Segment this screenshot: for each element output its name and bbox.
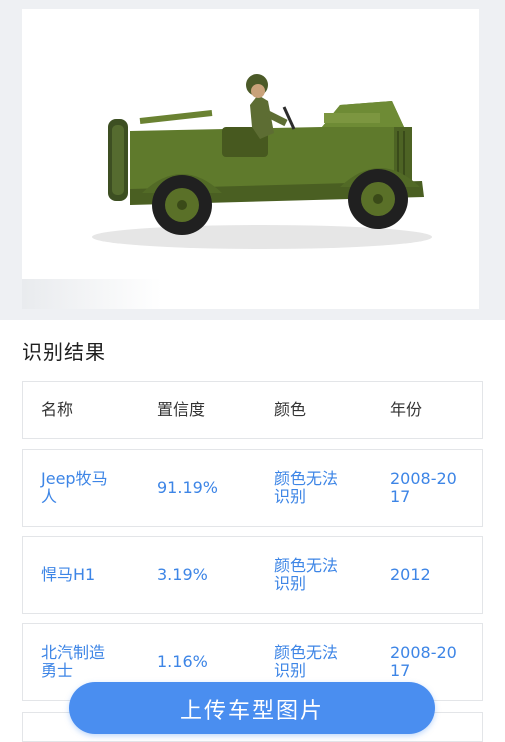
- image-preview-frame: [0, 0, 505, 320]
- result-year: 2012: [390, 565, 431, 584]
- result-row[interactable]: Jeep牧马人 91.19% 颜色无法识别 2008-2017: [22, 449, 483, 527]
- result-year: 2008-2017: [390, 469, 457, 506]
- result-name: 悍马H1: [41, 565, 96, 584]
- result-name: Jeep牧马人: [41, 469, 108, 506]
- upload-image-button[interactable]: 上传车型图片: [69, 682, 435, 734]
- results-table-header: 名称 置信度 颜色 年份: [22, 381, 483, 439]
- photo-shadow-overlay: [22, 279, 162, 309]
- result-confidence: 3.19%: [157, 565, 208, 584]
- jeep-toy-illustration: [92, 74, 432, 249]
- header-confidence: 置信度: [157, 400, 206, 419]
- result-row[interactable]: 悍马H1 3.19% 颜色无法识别 2012: [22, 536, 483, 614]
- vehicle-photo: [22, 9, 479, 309]
- header-year: 年份: [390, 400, 423, 419]
- result-confidence: 91.19%: [157, 478, 219, 497]
- result-color: 颜色无法识别: [274, 469, 339, 506]
- section-title: 识别结果: [22, 340, 106, 364]
- header-color: 颜色: [274, 400, 307, 419]
- header-name: 名称: [41, 400, 74, 419]
- result-color: 颜色无法识别: [274, 556, 339, 593]
